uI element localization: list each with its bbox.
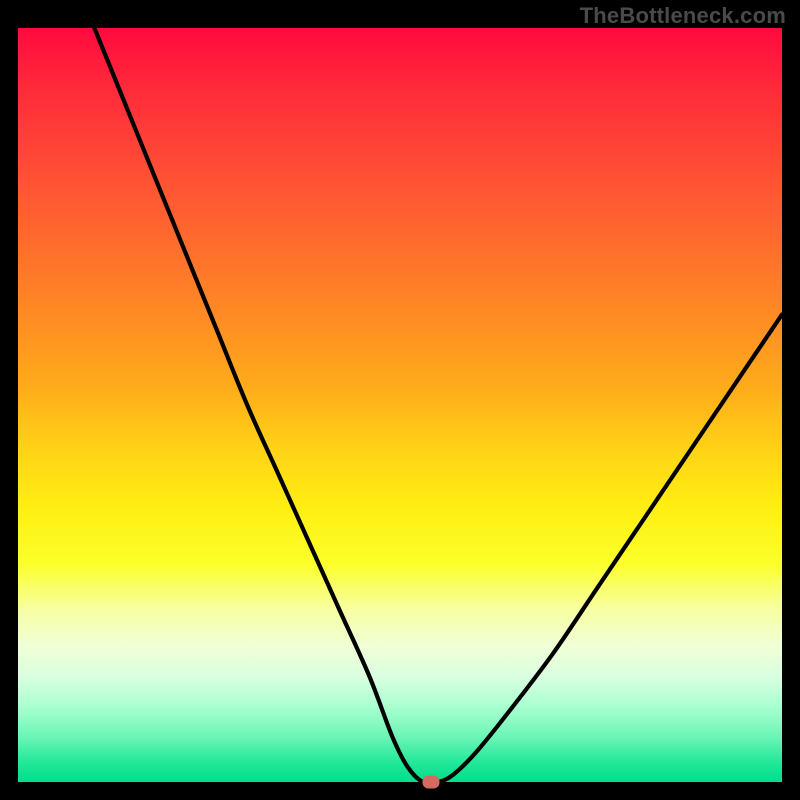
chart-frame: TheBottleneck.com: [0, 0, 800, 800]
plot-area: [18, 28, 782, 782]
watermark-text: TheBottleneck.com: [580, 3, 786, 29]
optimal-point-marker: [422, 776, 439, 789]
bottleneck-curve: [18, 28, 782, 782]
